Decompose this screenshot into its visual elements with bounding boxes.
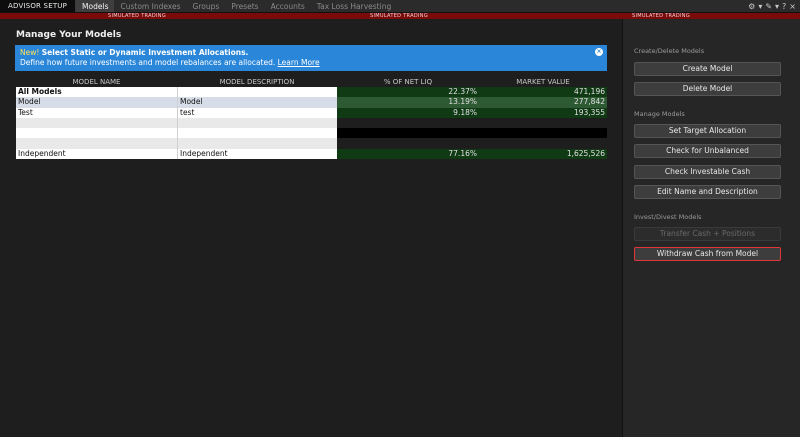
column-header-pct-net-liq[interactable]: % OF NET LIQ xyxy=(337,77,479,87)
cell-market-value: 471,196 xyxy=(479,87,607,98)
table-row[interactable]: Independent Independent 77.16% 1,625,526 xyxy=(16,148,607,160)
cell-model-name: Independent xyxy=(16,148,177,160)
table-row[interactable]: Model Model 13.19% 277,842 xyxy=(16,97,607,108)
table-row-empty xyxy=(16,128,607,139)
cell-market-value: 193,355 xyxy=(479,107,607,118)
app-title: ADVISOR SETUP xyxy=(0,0,77,12)
column-header-market-value[interactable]: MARKET VALUE xyxy=(479,77,607,87)
close-icon[interactable]: × xyxy=(595,48,603,56)
withdraw-cash-button[interactable]: Withdraw Cash from Model xyxy=(634,247,781,261)
cell-model-name: Model xyxy=(16,97,177,108)
help-icon[interactable]: ? xyxy=(782,0,786,13)
edit-name-description-button[interactable]: Edit Name and Description xyxy=(634,185,781,199)
check-investable-cash-button[interactable]: Check Investable Cash xyxy=(634,165,781,179)
cell-pct-net-liq: 13.19% xyxy=(337,97,479,108)
cell-empty xyxy=(177,128,337,139)
models-table: MODEL NAME MODEL DESCRIPTION % OF NET LI… xyxy=(16,77,607,160)
cell-empty xyxy=(337,128,479,139)
cell-pct-net-liq: 9.18% xyxy=(337,107,479,118)
cell-model-description: Independent xyxy=(177,148,337,160)
set-target-allocation-button[interactable]: Set Target Allocation xyxy=(634,124,781,138)
window-controls: ⚙ ▾ ✎ ▾ ? × xyxy=(748,0,800,12)
gear-icon[interactable]: ⚙ xyxy=(748,0,755,13)
top-tab-bar: ADVISOR SETUP Models Custom Indexes Grou… xyxy=(0,0,800,13)
tab-tax-loss-harvesting[interactable]: Tax Loss Harvesting xyxy=(311,0,397,12)
cell-empty xyxy=(479,128,607,139)
section-label-invest-divest: Invest/Divest Models xyxy=(634,213,702,221)
pin-icon[interactable]: ✎ xyxy=(765,0,772,13)
cell-empty xyxy=(177,138,337,149)
section-label-create-delete: Create/Delete Models xyxy=(634,47,705,55)
tab-custom-indexes[interactable]: Custom Indexes xyxy=(114,0,186,12)
table-header: MODEL NAME MODEL DESCRIPTION % OF NET LI… xyxy=(16,77,607,87)
cell-empty xyxy=(16,138,177,149)
cell-empty xyxy=(177,117,337,129)
table-row-empty xyxy=(16,138,607,149)
close-icon[interactable]: × xyxy=(789,0,796,13)
cell-empty xyxy=(16,128,177,139)
new-tag: New! xyxy=(20,48,40,57)
table-row[interactable]: All Models 22.37% 471,196 xyxy=(16,87,607,98)
cell-model-name: All Models xyxy=(16,87,177,98)
cell-empty xyxy=(337,117,479,129)
cell-empty xyxy=(479,138,607,149)
section-label-manage-models: Manage Models xyxy=(634,110,685,118)
tab-models[interactable]: Models xyxy=(76,0,115,12)
cell-empty xyxy=(16,117,177,129)
delete-model-button[interactable]: Delete Model xyxy=(634,82,781,96)
banner-body: Define how future investments and model … xyxy=(20,58,276,67)
tab-accounts[interactable]: Accounts xyxy=(265,0,311,12)
cell-pct-net-liq: 77.16% xyxy=(337,148,479,160)
table-row-empty xyxy=(16,117,607,129)
main-content: Manage Your Models New! Select Static or… xyxy=(0,19,622,437)
cell-model-description xyxy=(177,87,337,98)
cell-model-description: Model xyxy=(177,97,337,108)
cell-pct-net-liq: 22.37% xyxy=(337,87,479,98)
cell-model-description: test xyxy=(177,107,337,118)
check-unbalanced-button[interactable]: Check for Unbalanced xyxy=(634,144,781,158)
chevron-down-icon[interactable]: ▾ xyxy=(775,0,779,13)
transfer-cash-positions-button[interactable]: Transfer Cash + Positions xyxy=(634,227,781,241)
cell-empty xyxy=(479,117,607,129)
page-title: Manage Your Models xyxy=(16,30,122,40)
column-header-model-name[interactable]: MODEL NAME xyxy=(16,77,177,87)
info-banner: New! Select Static or Dynamic Investment… xyxy=(15,45,607,71)
create-model-button[interactable]: Create Model xyxy=(634,62,781,76)
cell-market-value: 277,842 xyxy=(479,97,607,108)
banner-headline: Select Static or Dynamic Investment Allo… xyxy=(41,48,249,57)
banner-body-line: Define how future investments and model … xyxy=(20,58,602,68)
table-row[interactable]: Test test 9.18% 193,355 xyxy=(16,107,607,118)
chevron-down-icon[interactable]: ▾ xyxy=(758,0,762,13)
cell-model-name: Test xyxy=(16,107,177,118)
banner-headline-line: New! Select Static or Dynamic Investment… xyxy=(20,48,602,58)
actions-panel: Create/Delete Models Create Model Delete… xyxy=(622,19,800,437)
column-header-model-description[interactable]: MODEL DESCRIPTION xyxy=(177,77,337,87)
learn-more-link[interactable]: Learn More xyxy=(278,58,320,67)
tab-presets[interactable]: Presets xyxy=(225,0,264,12)
cell-market-value: 1,625,526 xyxy=(479,148,607,160)
cell-empty xyxy=(337,138,479,149)
tab-groups[interactable]: Groups xyxy=(187,0,226,12)
